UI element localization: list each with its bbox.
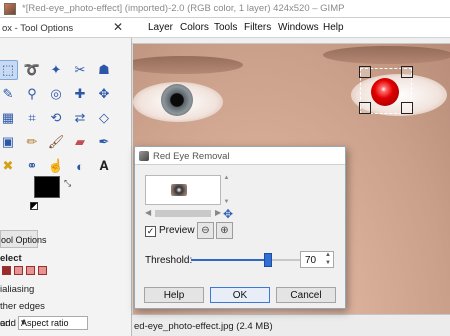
option-antialiasing[interactable]: ialiasing	[0, 284, 34, 295]
left-eyebrow	[133, 56, 243, 74]
scroll-down-icon[interactable]: ▼	[224, 199, 230, 205]
dialog-icon	[139, 151, 149, 161]
mode-label: od:	[0, 318, 14, 329]
menubar: Layer Colors Tools Filters Windows Help	[130, 18, 450, 38]
scroll-up-icon[interactable]: ▲	[224, 175, 230, 181]
zoom-in-button[interactable]: ⊕	[216, 222, 233, 239]
preview-label: Preview	[159, 225, 195, 236]
red-eye-removal-dialog: Red Eye Removal ▲ ▼ ◀ ▶ ✥ ✓ Preview ⊖ ⊕ …	[134, 146, 346, 309]
close-icon[interactable]: ✕	[113, 20, 123, 34]
blend-icon[interactable]: ▣	[0, 132, 18, 152]
airbrush-icon[interactable]: ✒	[94, 132, 114, 152]
ok-button[interactable]: OK	[210, 287, 270, 303]
text-icon[interactable]: 𝐀	[94, 156, 114, 176]
reset-colors-icon[interactable]	[30, 202, 38, 210]
cancel-button[interactable]: Cancel	[276, 287, 336, 303]
swap-colors-icon[interactable]: ⤡	[64, 178, 71, 189]
foreground-select-icon[interactable]: ☗	[94, 60, 114, 80]
preview-hscroll[interactable]: ◀ ▶	[145, 208, 223, 218]
smudge-icon[interactable]: ☝	[46, 156, 66, 176]
selection-handle-br[interactable]	[401, 102, 413, 114]
preview-thumbnail	[171, 184, 187, 196]
toolbox-title: ox - Tool Options	[2, 23, 74, 34]
selection-handle-tl[interactable]	[359, 66, 371, 78]
scroll-left-icon[interactable]: ◀	[145, 208, 151, 217]
flip-icon[interactable]: ⇄	[70, 108, 90, 128]
menu-help[interactable]: Help	[323, 22, 344, 33]
spin-down-icon[interactable]: ▼	[325, 260, 331, 266]
paths-icon[interactable]: ✎	[0, 84, 18, 104]
menu-windows[interactable]: Windows	[278, 22, 319, 33]
toolbox-panel: ox - Tool Options ✕ ⬚ ➰ ✦ ✂ ☗ ✎ ⚲ ◎ ✚ ✥ …	[0, 18, 132, 336]
tab-tool-options-label: ool Options	[1, 235, 47, 245]
selection-handle-tr[interactable]	[401, 66, 413, 78]
foreground-color-swatch[interactable]	[34, 176, 60, 198]
window-title: *[Red-eye_photo-effect] (imported)-2.0 (…	[22, 3, 345, 14]
navigate-icon[interactable]: ✥	[223, 207, 233, 221]
menu-tools[interactable]: Tools	[214, 22, 237, 33]
help-button[interactable]: Help	[144, 287, 204, 303]
left-iris	[161, 84, 193, 116]
dialog-title: Red Eye Removal	[153, 151, 230, 162]
status-text: ed-eye_photo-effect.jpg (2.4 MB)	[134, 321, 273, 332]
clone-icon[interactable]: ⚭	[22, 156, 42, 176]
pencil-icon[interactable]: ✏	[22, 132, 42, 152]
preview-area[interactable]	[145, 175, 221, 205]
menu-filters[interactable]: Filters	[244, 22, 271, 33]
hscroll-track[interactable]	[155, 210, 211, 217]
selection-mode-icons	[2, 266, 47, 275]
threshold-value: 70	[305, 255, 317, 266]
statusbar: ed-eye_photo-effect.jpg (2.4 MB)	[130, 314, 450, 336]
zoom-in-icon: ⊕	[220, 225, 229, 236]
lasso-icon[interactable]: ➰	[22, 60, 42, 80]
selection-handle-bl[interactable]	[359, 102, 371, 114]
rect-select-icon[interactable]: ⬚	[0, 60, 18, 80]
spin-up-icon[interactable]: ▲	[325, 252, 331, 258]
zoom-out-button[interactable]: ⊖	[197, 222, 214, 239]
transform-icon[interactable]: ⟲	[46, 108, 66, 128]
mode-add-icon[interactable]	[14, 266, 23, 275]
threshold-label: Threshold:	[145, 255, 193, 266]
gimp-app-icon	[4, 3, 16, 15]
dodge-burn-icon[interactable]: ◐	[70, 156, 90, 176]
crop-icon[interactable]: ⌗	[22, 108, 42, 128]
option-feather-edges[interactable]: ther edges	[0, 301, 45, 312]
preview-vscroll[interactable]: ▲ ▼	[223, 175, 230, 205]
mode-select[interactable]: Aspect ratio ▾	[18, 316, 88, 330]
zoom-out-icon: ⊖	[201, 225, 210, 236]
menu-colors[interactable]: Colors	[180, 22, 209, 33]
mode-subtract-icon[interactable]	[26, 266, 35, 275]
heal-icon[interactable]: ✖	[0, 156, 18, 176]
mode-intersect-icon[interactable]	[38, 266, 47, 275]
threshold-spinbox[interactable]: 70 ▲ ▼	[300, 251, 334, 268]
threshold-slider[interactable]	[191, 253, 301, 267]
threshold-slider-fill	[191, 259, 268, 261]
scroll-right-icon[interactable]: ▶	[215, 208, 221, 217]
zoom-icon[interactable]: ◎	[46, 84, 66, 104]
chevron-down-icon: ▾	[21, 317, 26, 327]
align-icon[interactable]: ▦	[0, 108, 18, 128]
toolbox-titlebar: ox - Tool Options ✕	[0, 18, 132, 38]
move-icon[interactable]: ✥	[94, 84, 114, 104]
scissors-icon[interactable]: ✂	[70, 60, 90, 80]
threshold-slider-handle[interactable]	[264, 253, 272, 267]
color-picker-icon[interactable]: ⚲	[22, 84, 42, 104]
fuzzy-select-icon[interactable]: ✦	[46, 60, 66, 80]
tab-tool-options[interactable]: ool Options	[0, 230, 47, 248]
right-eyebrow	[323, 46, 450, 64]
mode-replace-icon[interactable]	[2, 266, 11, 275]
select-heading: elect	[0, 253, 22, 264]
measure-icon[interactable]: ✚	[70, 84, 90, 104]
menu-layer[interactable]: Layer	[148, 22, 173, 33]
perspective-icon[interactable]: ◇	[94, 108, 114, 128]
preview-checkbox[interactable]: ✓	[145, 226, 156, 237]
dialog-titlebar: Red Eye Removal	[135, 147, 345, 165]
paintbrush-icon[interactable]: 🖌	[46, 132, 66, 152]
window-titlebar: *[Red-eye_photo-effect] (imported)-2.0 (…	[0, 0, 450, 18]
eraser-icon[interactable]: ▰	[70, 132, 90, 152]
